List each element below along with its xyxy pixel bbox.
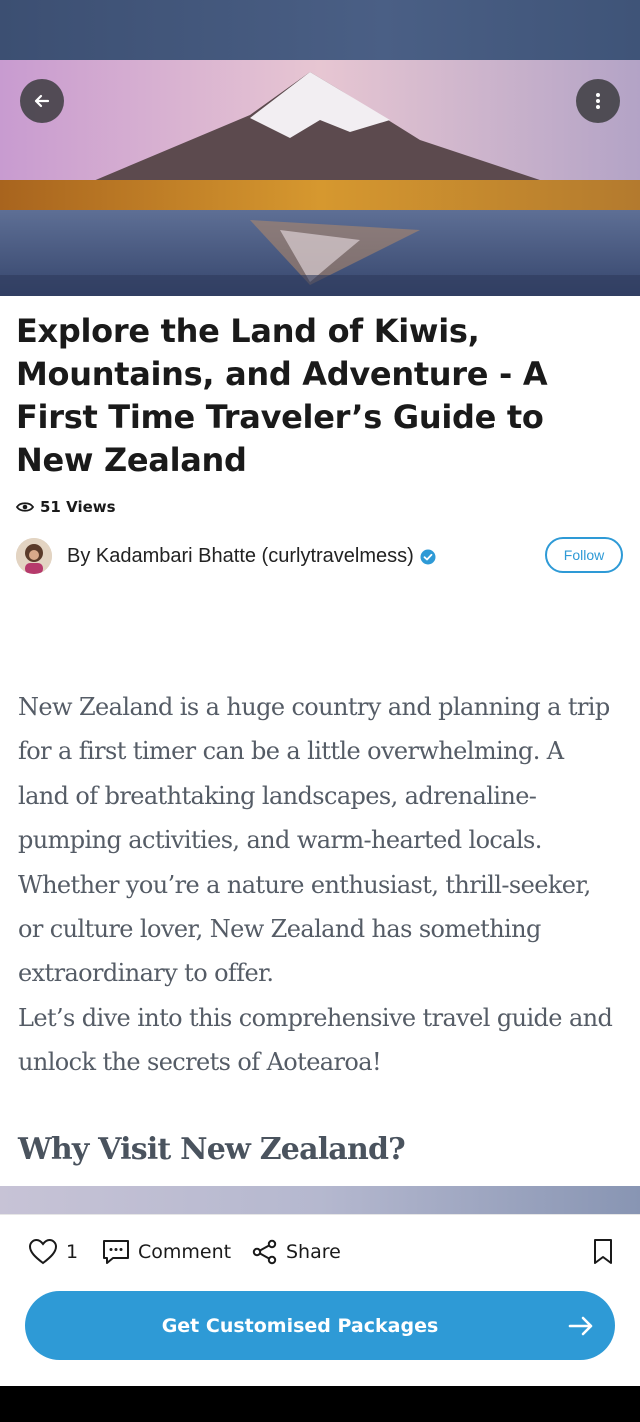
hero-image [0,60,640,296]
system-nav-bar [0,1386,640,1422]
status-bar-area [0,0,640,60]
get-packages-button[interactable]: Get Customised Packages [25,1291,615,1360]
view-count: 51 Views [16,498,116,516]
more-vertical-icon [596,93,600,109]
article-title: Explore the Land of Kiwis, Mountains, an… [16,312,548,479]
share-label: Share [286,1241,341,1263]
arrow-right-icon [568,1316,593,1336]
heart-icon [28,1238,58,1265]
article-paragraph: New Zealand is a huge country and planni… [18,693,610,988]
bookmark-button[interactable] [592,1238,614,1271]
share-icon [252,1239,277,1265]
article-paragraph: Let’s dive into this comprehensive trave… [18,1004,613,1077]
like-count: 1 [66,1241,79,1263]
like-button[interactable]: 1 [28,1236,78,1268]
author-row: By Kadambari Bhatte (curlytravelmess) Fo… [16,536,626,576]
arrow-left-icon [34,94,50,108]
section-image [0,1186,640,1216]
eye-icon [16,502,34,512]
author-name-text: By Kadambari Bhatte (curlytravelmess) [67,545,414,567]
verified-badge-icon [420,549,436,565]
share-button[interactable]: Share [252,1236,341,1268]
avatar[interactable] [16,538,52,574]
comment-icon [103,1240,129,1264]
comment-label: Comment [138,1241,232,1263]
more-options-button[interactable] [576,79,620,123]
section-heading: Why Visit New Zealand? [18,1132,406,1167]
views-label: 51 Views [40,498,116,516]
bookmark-icon [594,1239,612,1264]
follow-button[interactable]: Follow [545,537,623,573]
author-name[interactable]: By Kadambari Bhatte (curlytravelmess) [67,545,436,568]
cta-label: Get Customised Packages [161,1314,439,1337]
back-button[interactable] [20,79,64,123]
comment-button[interactable]: Comment [102,1236,231,1268]
